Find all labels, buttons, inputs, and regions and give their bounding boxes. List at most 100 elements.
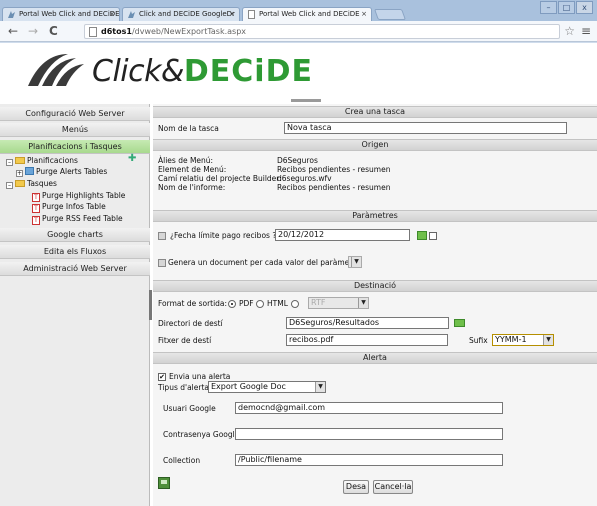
folder-icon xyxy=(15,157,25,164)
click-decide-icon xyxy=(128,11,135,18)
tree-node-purge-rss[interactable]: T Purge RSS Feed Table xyxy=(32,214,123,225)
collapse-icon[interactable]: – xyxy=(6,159,13,166)
format-rtf-radio[interactable] xyxy=(291,300,299,308)
schedule-icon xyxy=(25,167,34,175)
close-tab-icon[interactable]: × xyxy=(109,8,115,20)
logo-decide: DECiDE xyxy=(183,54,313,89)
alert-type-label: Tipus d'alerta: xyxy=(158,383,212,392)
dir-input[interactable]: D6Seguros/Resultados xyxy=(286,317,449,329)
forward-icon[interactable]: → xyxy=(28,24,38,38)
url-host: d6tos1 xyxy=(101,27,132,36)
tab-label: Portal Web Click and DECiDE xyxy=(259,10,360,18)
alert-type-select[interactable]: Export Google Doc ▼ xyxy=(208,381,326,393)
sidebar-item-plans[interactable]: Planificacions i Tasques xyxy=(0,140,150,154)
google-pass-label: Contrasenya Google xyxy=(163,430,240,439)
section-create-task: Crea una tasca xyxy=(153,106,597,118)
bookmark-star-icon[interactable]: ☆ xyxy=(564,24,575,38)
cancel-button[interactable]: Cancel·la xyxy=(373,480,413,494)
new-tab-button[interactable] xyxy=(373,9,407,20)
suffix-select[interactable]: YYMM-1 ▼ xyxy=(492,334,554,346)
export-icon[interactable] xyxy=(158,477,170,489)
chevron-down-icon: ▼ xyxy=(543,335,553,345)
chevron-down-icon: ▼ xyxy=(351,257,361,267)
banner-collapse-handle[interactable] xyxy=(291,99,321,102)
logo-text: Click&DECiDE xyxy=(92,54,313,89)
file-input[interactable]: recibos.pdf xyxy=(286,334,448,346)
alert-type-value: Export Google Doc xyxy=(211,382,286,391)
task-name-label: Nom de la tasca xyxy=(158,124,219,133)
expand-icon[interactable]: + xyxy=(16,170,23,177)
date-param-input[interactable]: 20/12/2012 xyxy=(275,229,410,241)
tree-label: Purge Infos Table xyxy=(42,202,106,211)
google-pass-input[interactable] xyxy=(235,428,503,440)
task-form: Crea una tasca Nom de la tasca Nova tasc… xyxy=(153,104,597,506)
browser-tab-2[interactable]: Click and DECiDE GoogleDr × xyxy=(122,7,240,21)
maximize-icon[interactable]: □ xyxy=(558,1,575,14)
generate-per-value-checkbox[interactable] xyxy=(158,259,166,267)
report-value: Recibos pendientes - resumen xyxy=(277,183,391,192)
format-html-radio[interactable] xyxy=(256,300,264,308)
date-param-label: ¿Fecha límite pago recibos ? xyxy=(170,231,277,240)
chevron-down-icon: ▼ xyxy=(315,382,325,392)
report-label: Nom de l'informe: xyxy=(158,183,226,192)
sidebar-item-fluxos[interactable]: Edita els Fluxos xyxy=(0,245,150,259)
param-value-select[interactable]: ▼ xyxy=(348,256,362,268)
browser-menu-icon[interactable]: ≡ xyxy=(581,24,591,38)
page-icon xyxy=(248,10,255,19)
sidebar-item-menus[interactable]: Menús xyxy=(0,123,150,137)
save-button[interactable]: Desa xyxy=(343,480,369,494)
sidebar: Configuració Web Server Menús Planificac… xyxy=(0,104,150,506)
suffix-label: Sufix xyxy=(469,336,488,345)
task-name-input[interactable]: Nova tasca xyxy=(284,122,567,134)
date-param-checkbox[interactable] xyxy=(158,232,166,240)
google-user-input[interactable]: democnd@gmail.com xyxy=(235,402,503,414)
tree-node-purge-alerts[interactable]: + Purge Alerts Tables xyxy=(16,167,107,177)
logo-click: Click& xyxy=(92,54,184,89)
generate-per-value-label: Genera un document per cada valor del pa… xyxy=(168,258,363,267)
close-tab-icon[interactable]: × xyxy=(229,8,235,20)
tree-node-tasques[interactable]: – Tasques xyxy=(6,179,57,189)
calendar-icon[interactable] xyxy=(417,231,427,240)
add-icon[interactable]: ✚ xyxy=(128,153,136,164)
dir-label: Directori de destí xyxy=(158,319,223,328)
folder-icon xyxy=(15,180,25,187)
collection-label: Collection xyxy=(163,456,201,465)
reload-icon[interactable]: C xyxy=(49,24,58,38)
folder-browse-icon[interactable] xyxy=(454,319,465,327)
click-decide-icon xyxy=(8,11,15,18)
tab-label: Portal Web Click and DECiDE xyxy=(19,10,120,18)
collapse-icon[interactable]: – xyxy=(6,182,13,189)
back-icon[interactable]: ← xyxy=(8,24,18,38)
sidebar-item-google-charts[interactable]: Google charts xyxy=(0,228,150,242)
browser-tab-3[interactable]: Portal Web Click and DECiDE × xyxy=(242,7,372,21)
format-pdf-radio[interactable] xyxy=(228,300,236,308)
send-alert-checkbox[interactable]: ✔ xyxy=(158,373,166,381)
close-tab-icon[interactable]: × xyxy=(361,8,367,20)
tree-label: Purge Alerts Tables xyxy=(36,167,108,176)
tree-node-planificacions[interactable]: – Planificacions xyxy=(6,156,78,166)
date-null-checkbox[interactable] xyxy=(429,232,437,240)
close-window-icon[interactable]: x xyxy=(576,1,593,14)
section-destination: Destinació xyxy=(153,280,597,292)
address-bar[interactable]: d6tos1/dvweb/NewExportTask.aspx xyxy=(84,24,560,39)
sidebar-item-admin[interactable]: Administració Web Server xyxy=(0,262,150,276)
format-pdf-label: PDF xyxy=(239,299,254,308)
tree-node-purge-highlights[interactable]: T Purge Highlights Table xyxy=(32,191,125,202)
browser-tab-1[interactable]: Portal Web Click and DECiDE × xyxy=(2,7,120,21)
format-rtf-value: RTF xyxy=(311,298,326,307)
tree-node-purge-infos[interactable]: T Purge Infos Table xyxy=(32,202,106,213)
tab-label: Click and DECiDE GoogleDr xyxy=(139,10,235,18)
address-row: ← → C d6tos1/dvweb/NewExportTask.aspx ☆ … xyxy=(0,21,597,42)
tree-label: Purge Highlights Table xyxy=(42,191,126,200)
collection-input[interactable]: /Public/filename xyxy=(235,454,503,466)
sidebar-item-config[interactable]: Configuració Web Server xyxy=(0,107,150,121)
suffix-value: YYMM-1 xyxy=(495,335,527,344)
section-origin: Origen xyxy=(153,139,597,151)
url-path: /dvweb/NewExportTask.aspx xyxy=(131,27,247,36)
format-rtf-select[interactable]: RTF ▼ xyxy=(308,297,369,309)
splitter-handle[interactable] xyxy=(149,290,152,320)
tab-bar: Portal Web Click and DECiDE × Click and … xyxy=(0,0,597,21)
tree-label: Purge RSS Feed Table xyxy=(42,214,123,223)
report-icon: T xyxy=(32,193,40,202)
minimize-icon[interactable]: – xyxy=(540,1,557,14)
